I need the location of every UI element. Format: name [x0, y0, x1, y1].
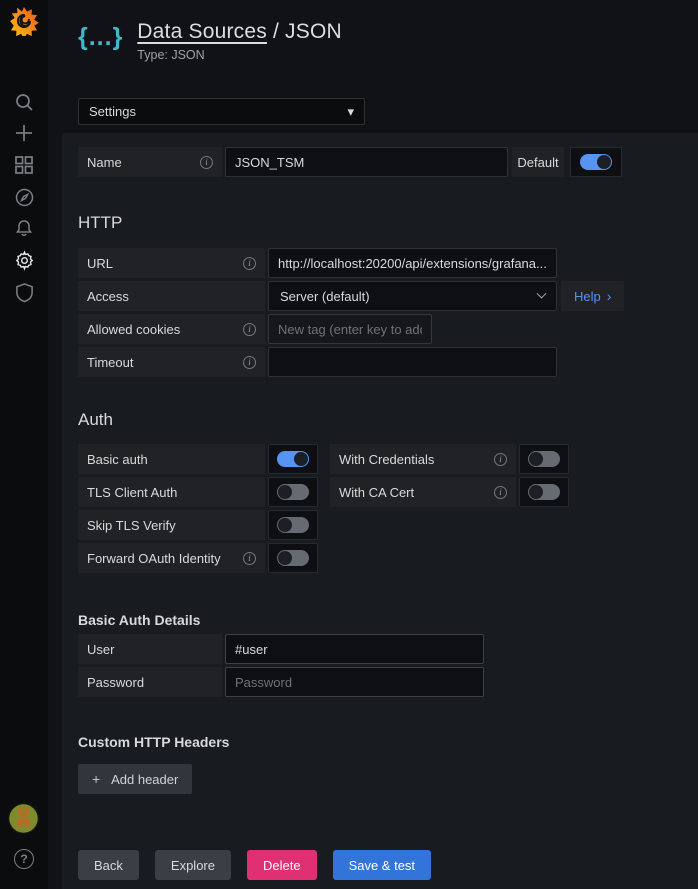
breadcrumb-separator: /: [267, 20, 285, 43]
user-row: User: [78, 634, 698, 664]
access-select-value: Server (default): [280, 289, 370, 304]
info-icon[interactable]: [243, 323, 256, 336]
auth-row-2: TLS Client Auth With CA Cert: [78, 477, 698, 507]
tls-client-auth-toggle[interactable]: [268, 477, 318, 507]
basic-auth-details-heading: Basic Auth Details: [78, 612, 698, 628]
default-label: Default: [512, 147, 564, 177]
settings-tab-select[interactable]: Settings: [78, 98, 365, 125]
with-credentials-toggle[interactable]: [519, 444, 569, 474]
access-help-button[interactable]: Help: [561, 281, 624, 311]
breadcrumb-current: JSON: [285, 20, 342, 43]
info-icon[interactable]: [243, 356, 256, 369]
save-test-button[interactable]: Save & test: [333, 850, 431, 880]
sidebar: [0, 0, 48, 889]
search-icon[interactable]: [0, 86, 48, 118]
add-header-button[interactable]: Add header: [78, 764, 192, 794]
info-icon[interactable]: [200, 156, 213, 169]
delete-button[interactable]: Delete: [247, 850, 317, 880]
allowed-cookies-label: Allowed cookies: [78, 314, 265, 344]
access-row: Access Server (default) Help: [78, 281, 698, 311]
default-toggle[interactable]: [570, 147, 622, 177]
password-label: Password: [78, 667, 222, 697]
explore-compass-icon[interactable]: [0, 181, 48, 213]
auth-row-1: Basic auth With Credentials: [78, 444, 698, 474]
auth-section-heading: Auth: [78, 410, 698, 430]
name-label: Name: [78, 147, 222, 177]
page-title: Data Sources / JSON: [137, 20, 342, 44]
forward-oauth-label: Forward OAuth Identity: [78, 543, 265, 573]
datasource-type-icon: {...}: [78, 20, 123, 54]
url-row: URL: [78, 248, 698, 278]
with-ca-cert-label: With CA Cert: [330, 477, 516, 507]
alerting-bell-icon[interactable]: [0, 212, 48, 244]
skip-tls-verify-toggle[interactable]: [268, 510, 318, 540]
basic-auth-toggle[interactable]: [268, 444, 318, 474]
explore-button[interactable]: Explore: [155, 850, 231, 880]
grafana-logo-icon[interactable]: [9, 6, 39, 36]
basic-auth-label: Basic auth: [78, 444, 265, 474]
page-header: {...} Data Sources / JSON Type: JSON: [48, 0, 698, 62]
breadcrumb-datasources-link[interactable]: Data Sources: [137, 20, 267, 43]
timeout-input[interactable]: [268, 347, 557, 377]
server-admin-shield-icon[interactable]: [0, 276, 48, 308]
user-label: User: [78, 634, 222, 664]
info-icon[interactable]: [494, 453, 507, 466]
with-ca-cert-toggle[interactable]: [519, 477, 569, 507]
settings-panel: Name Default HTTP URL Access Server (def…: [62, 133, 698, 889]
password-row: Password: [78, 667, 698, 697]
forward-oauth-toggle[interactable]: [268, 543, 318, 573]
caret-down-icon: [347, 104, 354, 120]
password-input[interactable]: [225, 667, 484, 697]
configuration-gear-icon[interactable]: [0, 244, 48, 276]
back-button[interactable]: Back: [78, 850, 139, 880]
access-select[interactable]: Server (default): [268, 281, 557, 311]
info-icon[interactable]: [243, 552, 256, 565]
auth-row-4: Forward OAuth Identity: [78, 543, 698, 573]
info-icon[interactable]: [243, 257, 256, 270]
page: {...} Data Sources / JSON Type: JSON Set…: [48, 0, 698, 889]
settings-tab-label: Settings: [89, 104, 136, 119]
user-input[interactable]: [225, 634, 484, 664]
custom-headers-heading: Custom HTTP Headers: [78, 734, 698, 750]
auth-row-3: Skip TLS Verify: [78, 510, 698, 540]
tls-client-auth-label: TLS Client Auth: [78, 477, 265, 507]
create-plus-icon[interactable]: [0, 117, 48, 149]
allowed-cookies-row: Allowed cookies: [78, 314, 698, 344]
dashboards-grid-icon[interactable]: [0, 149, 48, 181]
chevron-down-icon: [537, 288, 547, 298]
with-credentials-label: With Credentials: [330, 444, 516, 474]
skip-tls-verify-label: Skip TLS Verify: [78, 510, 265, 540]
access-label: Access: [78, 281, 265, 311]
help-question-icon[interactable]: [0, 843, 48, 875]
url-input[interactable]: [268, 248, 557, 278]
datasource-type-subtitle: Type: JSON: [137, 48, 342, 62]
timeout-label: Timeout: [78, 347, 265, 377]
action-buttons: Back Explore Delete Save & test: [78, 850, 698, 880]
info-icon[interactable]: [494, 486, 507, 499]
url-label: URL: [78, 248, 265, 278]
name-row: Name Default: [78, 147, 698, 177]
user-avatar[interactable]: [8, 803, 39, 834]
timeout-row: Timeout: [78, 347, 698, 377]
allowed-cookies-input[interactable]: [268, 314, 432, 344]
name-input[interactable]: [225, 147, 508, 177]
http-section-heading: HTTP: [78, 213, 698, 233]
